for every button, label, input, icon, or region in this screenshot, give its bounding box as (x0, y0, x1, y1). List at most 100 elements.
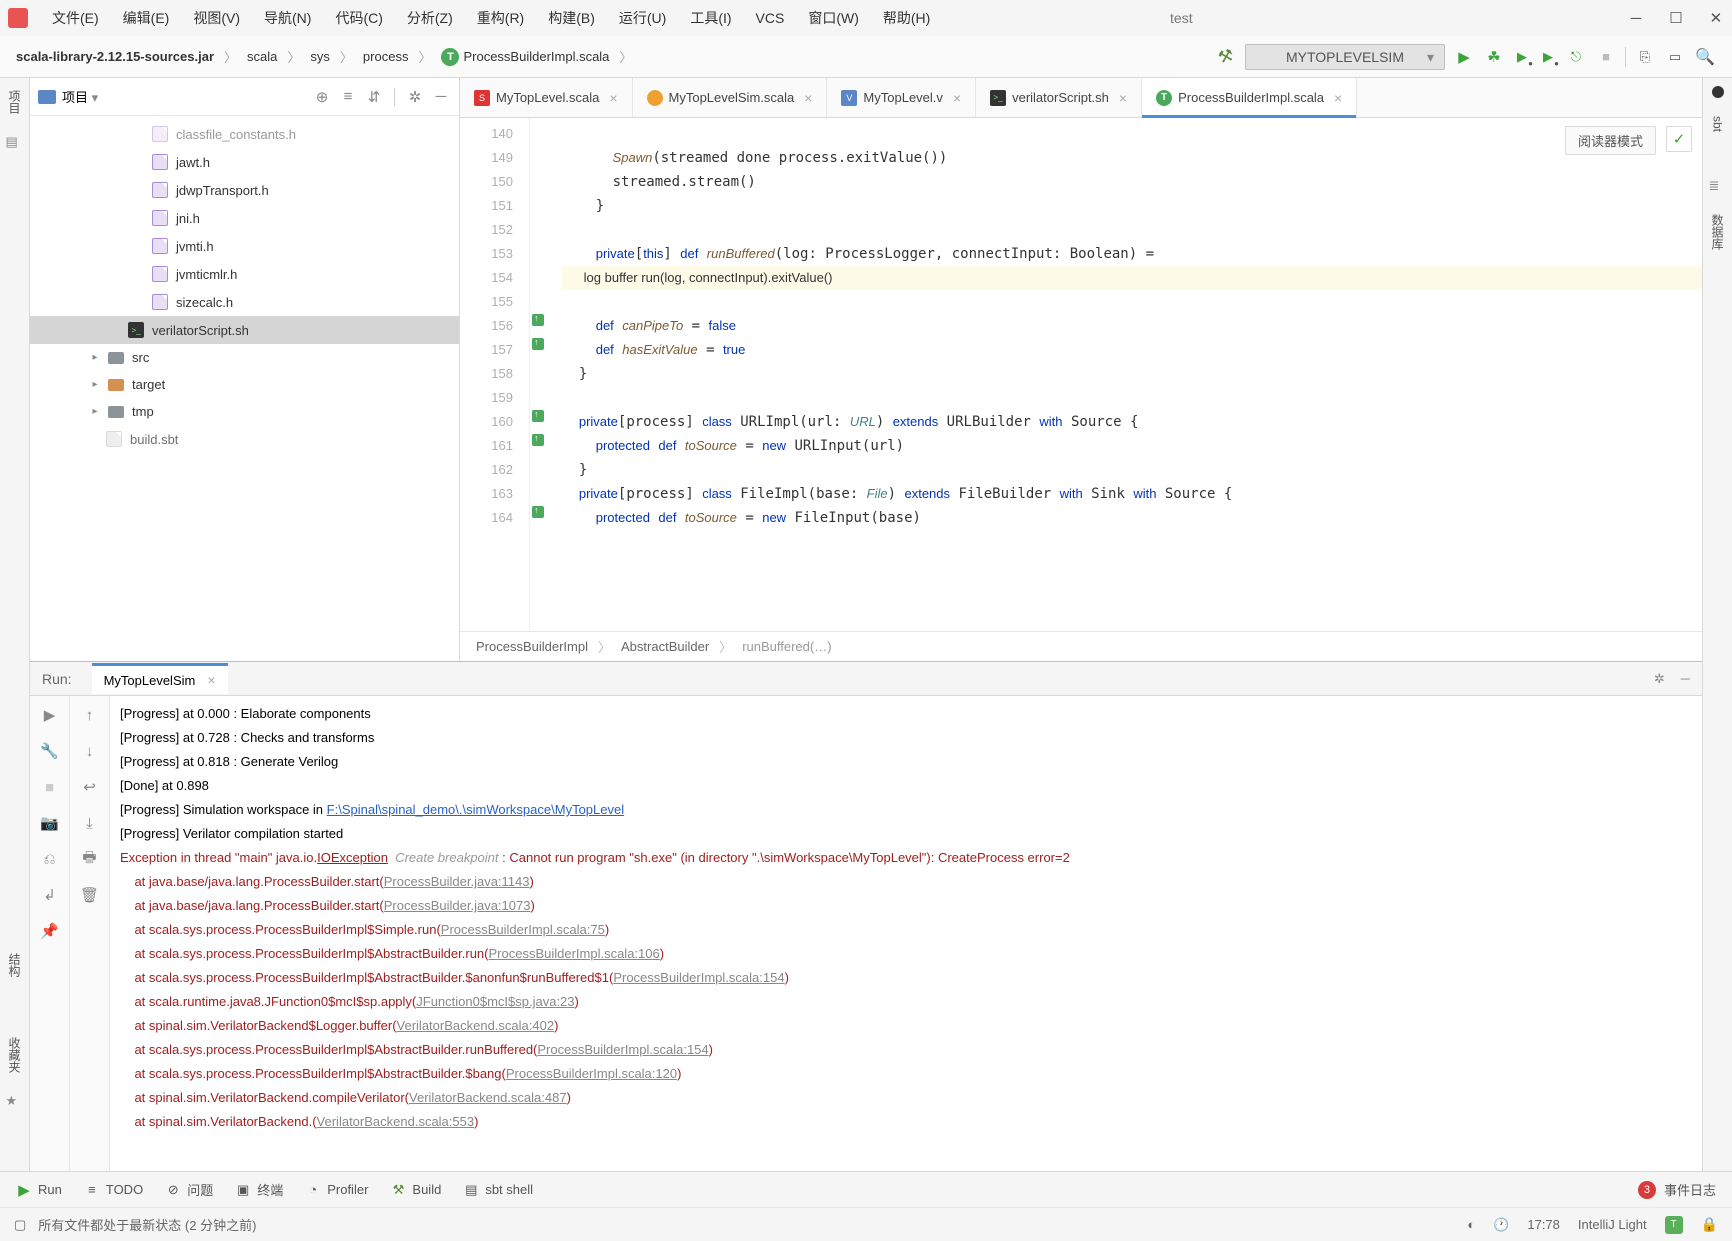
override-up-icon[interactable] (532, 338, 544, 350)
tree-item-build[interactable]: build.sbt (130, 432, 178, 447)
tab-mytoplevel-scala[interactable]: SMyTopLevel.scala× (460, 78, 633, 117)
camera-icon[interactable]: 📷 (41, 814, 59, 832)
lock-icon[interactable]: 🔒 (1701, 1216, 1718, 1233)
reader-mode-button[interactable]: 阅读器模式 (1565, 126, 1656, 155)
hide-icon[interactable]: ─ (431, 87, 451, 107)
sbt-shell-tool-button[interactable]: ▤sbt shell (463, 1182, 533, 1198)
wrench-icon[interactable]: 🔧 (41, 742, 59, 760)
menu-analyze[interactable]: 分析(Z) (397, 4, 463, 32)
override-up-icon[interactable] (532, 434, 544, 446)
menu-navigate[interactable]: 导航(N) (254, 4, 321, 32)
ime-indicator[interactable]: T (1665, 1216, 1683, 1234)
trash-icon[interactable]: 🗑 (81, 886, 99, 904)
tree-item[interactable]: jvmti.h (176, 239, 214, 254)
run-tool-button[interactable]: ▶Run (16, 1182, 62, 1198)
git-icon[interactable]: ⎘ (1634, 46, 1656, 68)
project-vbar[interactable]: 项目 (6, 90, 23, 114)
search-everywhere-icon[interactable]: 🔍 (1694, 46, 1716, 68)
close-icon[interactable]: × (1119, 90, 1127, 106)
favorites-vbar[interactable]: 收藏夹 (6, 1037, 23, 1073)
export-icon[interactable]: ⎌ (41, 850, 59, 868)
menu-edit[interactable]: 编辑(E) (113, 4, 180, 32)
minimize-button[interactable]: ─ (1628, 10, 1644, 26)
menu-build[interactable]: 构建(B) (538, 4, 605, 32)
code-editor[interactable]: 1401491501511521531541551561571581591601… (460, 118, 1702, 631)
star-icon[interactable]: ★ (6, 1093, 24, 1111)
inspection-ok-icon[interactable]: ✓ (1666, 126, 1692, 152)
softwrap-icon[interactable]: ↩ (81, 778, 99, 796)
menu-vcs[interactable]: VCS (746, 6, 795, 30)
run-icon[interactable]: ▶ (1453, 46, 1475, 68)
debug-icon[interactable]: ☘ (1483, 46, 1505, 68)
expand-icon[interactable]: ≡ (338, 87, 358, 107)
tree-item[interactable]: jawt.h (176, 155, 210, 170)
locate-icon[interactable]: ⊕ (312, 87, 332, 107)
menu-run[interactable]: 运行(U) (609, 4, 676, 32)
override-up-icon[interactable] (532, 314, 544, 326)
ebc-method[interactable]: runBuffered(…) (742, 639, 831, 654)
structure-vbar[interactable]: 结构 (6, 953, 23, 977)
profile-icon[interactable] (1539, 48, 1557, 66)
menu-file[interactable]: 文件(E) (42, 4, 109, 32)
maximize-button[interactable]: ☐ (1668, 10, 1684, 26)
build-tool-button[interactable]: ⚒Build (390, 1182, 441, 1198)
tree-item[interactable]: jdwpTransport.h (176, 183, 269, 198)
up-icon[interactable]: ↑ (81, 706, 99, 724)
sbt-vbar[interactable]: sbt (1711, 116, 1725, 132)
run-configuration-selector[interactable]: MYTOPLEVELSIM (1245, 44, 1445, 70)
chevron-right-icon[interactable]: ▸ (90, 406, 100, 417)
bc-file[interactable]: ProcessBuilderImpl.scala (463, 49, 609, 64)
chevron-right-icon[interactable]: ▸ (90, 379, 100, 390)
gear-icon[interactable]: ✲ (1654, 671, 1665, 687)
ebc-class[interactable]: ProcessBuilderImpl (476, 639, 588, 654)
profiler-tool-button[interactable]: ◔Profiler (305, 1182, 368, 1198)
bookmarks-icon[interactable]: ▤ (6, 134, 24, 152)
close-icon[interactable]: × (953, 90, 961, 106)
tree-item-target[interactable]: target (132, 377, 165, 392)
tab-verilator-sh[interactable]: >_verilatorScript.sh× (976, 78, 1142, 117)
scroll-icon[interactable]: ⤓ (81, 814, 99, 832)
chevron-right-icon[interactable]: ▸ (90, 352, 100, 363)
close-icon[interactable]: × (609, 90, 617, 106)
stop-icon[interactable]: ■ (1595, 46, 1617, 68)
editor-breadcrumb[interactable]: ProcessBuilderImpl〉 AbstractBuilder〉 run… (460, 631, 1702, 661)
progress-icon[interactable]: ◐ (1467, 1217, 1475, 1232)
tab-processbuilderimpl[interactable]: TProcessBuilderImpl.scala× (1142, 78, 1357, 117)
menu-tools[interactable]: 工具(I) (680, 4, 741, 32)
collapse-icon[interactable]: ⇵ (364, 87, 384, 107)
database-vbar[interactable]: 数据库 (1709, 214, 1726, 250)
gear-icon[interactable]: ✲ (405, 87, 425, 107)
close-button[interactable]: ✕ (1708, 10, 1724, 26)
run-tab[interactable]: MyTopLevelSim× (92, 663, 228, 694)
bc-process[interactable]: process (363, 49, 409, 64)
tab-mytoplevel-v[interactable]: VMyTopLevel.v× (827, 78, 976, 117)
bc-scala[interactable]: scala (247, 49, 277, 64)
tool-window-icon[interactable]: ▢ (14, 1217, 26, 1233)
menu-view[interactable]: 视图(V) (183, 4, 250, 32)
line-number-gutter[interactable]: 1401491501511521531541551561571581591601… (460, 118, 530, 631)
menu-help[interactable]: 帮助(H) (873, 4, 940, 32)
project-tree[interactable]: classfile_constants.h jawt.h jdwpTranspo… (30, 116, 459, 661)
close-icon[interactable]: × (804, 90, 812, 106)
pin-icon[interactable]: 📌 (41, 922, 59, 940)
tree-item[interactable]: classfile_constants.h (176, 127, 296, 142)
stop-icon[interactable]: ■ (41, 778, 59, 796)
tree-item[interactable]: jvmticmlr.h (176, 267, 237, 282)
tree-item[interactable]: jni.h (176, 211, 200, 226)
theme-label[interactable]: IntelliJ Light (1578, 1217, 1647, 1232)
ebc-abstract[interactable]: AbstractBuilder (621, 639, 709, 654)
menu-refactor[interactable]: 重构(R) (467, 4, 534, 32)
bc-sys[interactable]: sys (310, 49, 330, 64)
code-content[interactable]: Spawn(streamed done process.exitValue())… (552, 118, 1702, 631)
hide-icon[interactable]: ─ (1681, 671, 1690, 687)
tree-item-tmp[interactable]: tmp (132, 404, 154, 419)
event-log-button[interactable]: 事件日志 (1664, 1180, 1716, 1199)
down-icon[interactable]: ↓ (81, 742, 99, 760)
tree-item[interactable]: sizecalc.h (176, 295, 233, 310)
override-up-icon[interactable] (532, 410, 544, 422)
project-view-selector[interactable]: 项目 (62, 87, 306, 106)
tree-item-selected[interactable]: verilatorScript.sh (152, 323, 249, 338)
problems-tool-button[interactable]: ⊘问题 (165, 1180, 213, 1199)
coverage-icon[interactable] (1513, 48, 1531, 66)
build-icon[interactable]: ⚒ (1213, 43, 1240, 70)
